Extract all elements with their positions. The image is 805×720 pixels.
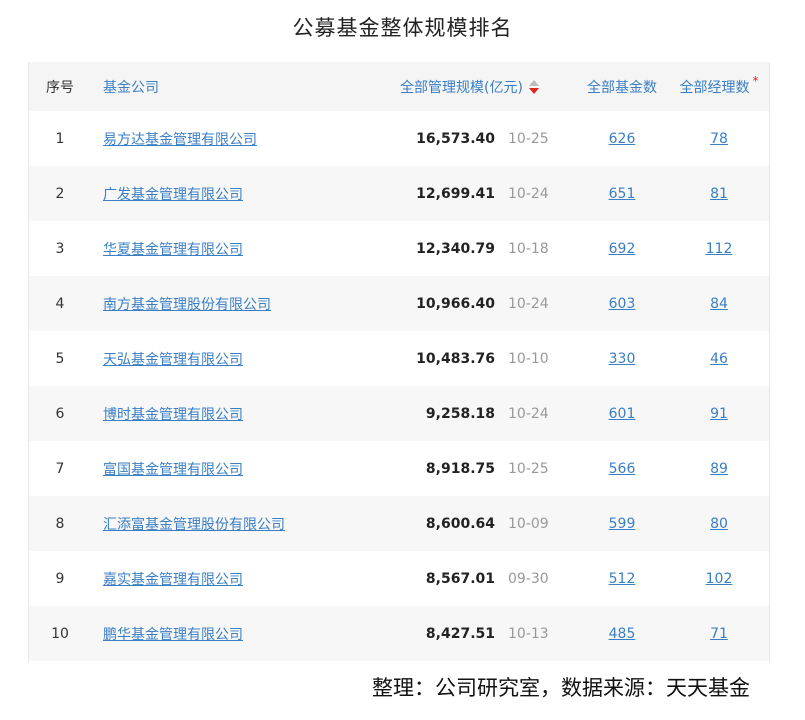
header-managers-label[interactable]: 全部经理数 [680, 77, 750, 97]
table-row: 4 南方基金管理股份有限公司 10,966.40 10-24 603 84 [29, 276, 769, 331]
table-row: 9 嘉实基金管理有限公司 8,567.01 09-30 512 102 [29, 551, 769, 606]
company-link[interactable]: 汇添富基金管理股份有限公司 [103, 514, 285, 534]
managers-count-link[interactable]: 102 [706, 571, 733, 587]
header-scale-label[interactable]: 全部管理规模(亿元) [400, 77, 523, 97]
funds-count-link[interactable]: 601 [609, 406, 636, 422]
sort-desc-icon[interactable] [529, 79, 539, 94]
row-index: 6 [55, 405, 65, 422]
managers-count-link[interactable]: 80 [710, 516, 728, 532]
company-link[interactable]: 富国基金管理有限公司 [103, 459, 243, 479]
table-row: 6 博时基金管理有限公司 9,258.18 10-24 601 91 [29, 386, 769, 441]
row-scale: 12,699.41 [416, 185, 495, 202]
row-scale: 12,340.79 [416, 240, 495, 257]
table-row: 1 易方达基金管理有限公司 16,573.40 10-25 626 78 [29, 111, 769, 166]
managers-count-link[interactable]: 91 [710, 406, 728, 422]
row-scale: 10,966.40 [416, 295, 495, 312]
row-scale: 10,483.76 [416, 350, 495, 367]
source-note: 整理：公司研究室，数据来源：天天基金 [372, 676, 750, 700]
company-link[interactable]: 嘉实基金管理有限公司 [103, 569, 243, 589]
row-date: 10-10 [508, 350, 549, 367]
row-date: 10-18 [508, 240, 549, 257]
company-link[interactable]: 鹏华基金管理有限公司 [103, 624, 243, 644]
row-scale: 9,258.18 [425, 405, 495, 422]
row-index: 10 [51, 625, 69, 642]
table-row: 3 华夏基金管理有限公司 12,340.79 10-18 692 112 [29, 221, 769, 276]
header-funds[interactable]: 全部基金数 [577, 62, 667, 111]
row-scale: 16,573.40 [416, 130, 495, 147]
header-managers[interactable]: 全部经理数 * [669, 62, 769, 111]
managers-count-link[interactable]: 112 [706, 241, 733, 257]
page-title: 公募基金整体规模排名 [292, 16, 513, 40]
row-index: 7 [55, 460, 65, 477]
row-date: 10-24 [508, 185, 549, 202]
row-scale: 8,918.75 [425, 460, 495, 477]
company-link[interactable]: 广发基金管理有限公司 [103, 184, 243, 204]
managers-count-link[interactable]: 71 [710, 626, 728, 642]
header-scale-sort[interactable]: 全部管理规模(亿元) [329, 62, 539, 111]
funds-count-link[interactable]: 626 [609, 131, 636, 147]
row-date: 10-24 [508, 295, 549, 312]
managers-count-link[interactable]: 81 [710, 186, 728, 202]
row-index: 5 [55, 350, 65, 367]
funds-count-link[interactable]: 485 [609, 626, 636, 642]
company-link[interactable]: 博时基金管理有限公司 [103, 404, 243, 424]
company-link[interactable]: 天弘基金管理有限公司 [103, 349, 243, 369]
table-row: 8 汇添富基金管理股份有限公司 8,600.64 10-09 599 80 [29, 496, 769, 551]
row-index: 4 [55, 295, 65, 312]
funds-count-link[interactable]: 599 [609, 516, 636, 532]
funds-count-link[interactable]: 566 [609, 461, 636, 477]
row-index: 3 [55, 240, 65, 257]
funds-count-link[interactable]: 603 [609, 296, 636, 312]
company-link[interactable]: 易方达基金管理有限公司 [103, 129, 257, 149]
table-body: 1 易方达基金管理有限公司 16,573.40 10-25 626 78 2 广… [29, 111, 769, 661]
company-link[interactable]: 华夏基金管理有限公司 [103, 239, 243, 259]
table-header: 序号 基金公司 全部管理规模(亿元) 全部基金数 全部经理数 * [29, 62, 769, 111]
row-index: 2 [55, 185, 65, 202]
table-row: 2 广发基金管理有限公司 12,699.41 10-24 651 81 [29, 166, 769, 221]
table-row: 5 天弘基金管理有限公司 10,483.76 10-10 330 46 [29, 331, 769, 386]
asterisk-icon: * [752, 74, 759, 88]
managers-count-link[interactable]: 89 [710, 461, 728, 477]
row-index: 1 [55, 130, 65, 147]
table-row: 10 鹏华基金管理有限公司 8,427.51 10-13 485 71 [29, 606, 769, 661]
managers-count-link[interactable]: 46 [710, 351, 728, 367]
row-date: 09-30 [508, 570, 549, 587]
header-index: 序号 [46, 79, 74, 96]
header-company[interactable]: 基金公司 [103, 62, 159, 111]
funds-count-link[interactable]: 512 [609, 571, 636, 587]
funds-count-link[interactable]: 651 [609, 186, 636, 202]
row-scale: 8,427.51 [425, 625, 495, 642]
row-date: 10-25 [508, 460, 549, 477]
sort-down-arrow-icon [529, 87, 539, 94]
row-date: 10-24 [508, 405, 549, 422]
row-date: 10-13 [508, 625, 549, 642]
funds-count-link[interactable]: 330 [609, 351, 636, 367]
row-date: 10-25 [508, 130, 549, 147]
row-index: 9 [55, 570, 65, 587]
funds-count-link[interactable]: 692 [609, 241, 636, 257]
fund-ranking-table: 序号 基金公司 全部管理规模(亿元) 全部基金数 全部经理数 * 1 易方达基金… [28, 62, 770, 663]
row-scale: 8,600.64 [425, 515, 495, 532]
managers-count-link[interactable]: 84 [710, 296, 728, 312]
managers-count-link[interactable]: 78 [710, 131, 728, 147]
row-scale: 8,567.01 [425, 570, 495, 587]
row-index: 8 [55, 515, 65, 532]
row-date: 10-09 [508, 515, 549, 532]
company-link[interactable]: 南方基金管理股份有限公司 [103, 294, 271, 314]
sort-up-arrow-icon [529, 79, 539, 86]
table-row: 7 富国基金管理有限公司 8,918.75 10-25 566 89 [29, 441, 769, 496]
